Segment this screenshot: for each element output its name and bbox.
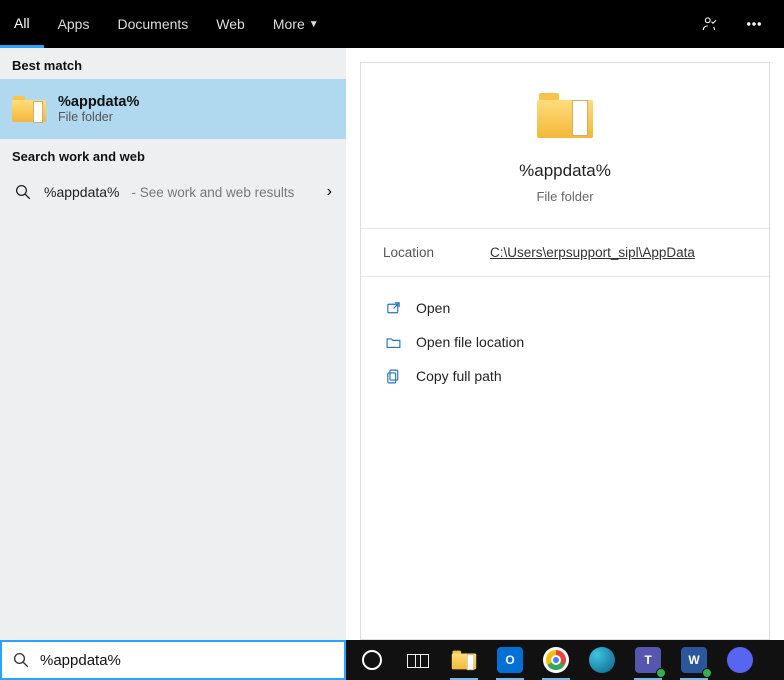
- feedback-icon[interactable]: [688, 0, 732, 48]
- action-open-label: Open: [416, 300, 450, 316]
- folder-open-icon: [385, 334, 402, 351]
- outlook-icon: O: [497, 647, 523, 673]
- search-results-pane: Best match %appdata% File folder Search …: [0, 48, 784, 640]
- web-result[interactable]: %appdata% - See work and web results ›: [0, 170, 346, 214]
- taskbar-chrome[interactable]: [534, 640, 578, 680]
- search-icon: [12, 651, 30, 669]
- edge-icon: [589, 647, 615, 673]
- action-copy-path[interactable]: Copy full path: [377, 359, 753, 393]
- result-title: %appdata%: [58, 94, 139, 110]
- location-row: Location C:\Users\erpsupport_sipl\AppDat…: [361, 228, 769, 277]
- taskbar-taskview[interactable]: [396, 640, 440, 680]
- action-open-location-label: Open file location: [416, 334, 524, 350]
- results-list: Best match %appdata% File folder Search …: [0, 48, 346, 640]
- presence-badge: [656, 668, 666, 678]
- search-icon: [14, 183, 32, 201]
- taskbar-edge[interactable]: [580, 640, 624, 680]
- cortana-icon: [362, 650, 382, 670]
- tab-all[interactable]: All: [0, 0, 44, 48]
- tab-web[interactable]: Web: [202, 0, 259, 48]
- copy-icon: [385, 368, 402, 385]
- action-open[interactable]: Open: [377, 291, 753, 325]
- location-label: Location: [383, 245, 434, 260]
- more-options-icon[interactable]: [732, 0, 776, 48]
- preview-name: %appdata%: [519, 161, 611, 181]
- taskview-icon: [407, 652, 429, 668]
- tab-more-label: More: [273, 16, 305, 32]
- search-box[interactable]: [0, 640, 346, 680]
- search-input[interactable]: [40, 652, 334, 669]
- tab-more[interactable]: More ▼: [259, 0, 333, 48]
- folder-icon: [12, 94, 46, 124]
- web-result-query: %appdata%: [44, 184, 120, 200]
- folder-icon: [537, 91, 593, 139]
- presence-badge: [702, 668, 712, 678]
- bottom-bar: O T W: [0, 640, 784, 680]
- taskbar-explorer[interactable]: [442, 640, 486, 680]
- search-filter-tabs: All Apps Documents Web More ▼: [0, 0, 784, 48]
- work-web-header: Search work and web: [0, 139, 346, 170]
- chevron-right-icon: ›: [327, 183, 332, 201]
- result-subtitle: File folder: [58, 110, 139, 124]
- taskbar-outlook[interactable]: O: [488, 640, 532, 680]
- best-match-result[interactable]: %appdata% File folder: [0, 79, 346, 139]
- preview-pane: %appdata% File folder Location C:\Users\…: [346, 48, 784, 640]
- web-result-hint: - See work and web results: [132, 185, 295, 200]
- tab-apps[interactable]: Apps: [44, 0, 104, 48]
- taskbar-discord[interactable]: [718, 640, 762, 680]
- chrome-icon: [543, 647, 569, 673]
- taskbar: O T W: [346, 640, 784, 680]
- explorer-icon: [452, 649, 476, 671]
- taskbar-word[interactable]: W: [672, 640, 716, 680]
- discord-icon: [727, 647, 753, 673]
- tab-documents[interactable]: Documents: [103, 0, 202, 48]
- action-open-location[interactable]: Open file location: [377, 325, 753, 359]
- best-match-header: Best match: [0, 48, 346, 79]
- taskbar-cortana[interactable]: [350, 640, 394, 680]
- preview-type: File folder: [536, 189, 593, 204]
- taskbar-teams[interactable]: T: [626, 640, 670, 680]
- action-copy-path-label: Copy full path: [416, 368, 502, 384]
- chevron-down-icon: ▼: [309, 19, 319, 30]
- open-icon: [385, 300, 402, 317]
- location-value[interactable]: C:\Users\erpsupport_sipl\AppData: [490, 245, 695, 260]
